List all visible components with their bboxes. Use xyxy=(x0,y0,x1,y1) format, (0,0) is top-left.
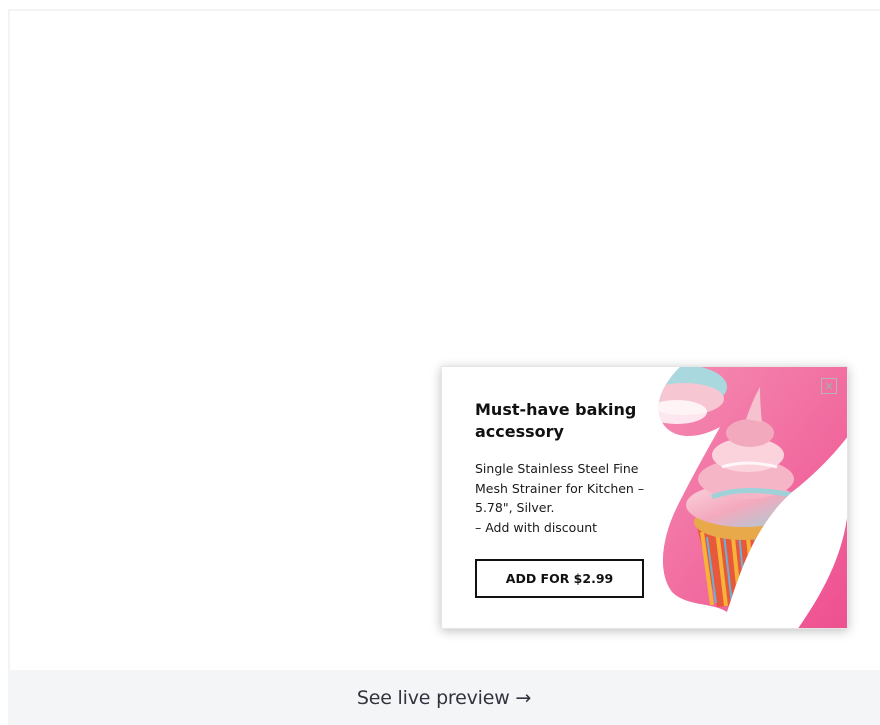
upsell-popup: Must-have baking accessory Single Stainl… xyxy=(441,366,848,629)
popup-description: Single Stainless Steel Fine Mesh Straine… xyxy=(475,459,660,537)
preview-bar: See live preview → xyxy=(8,670,880,725)
see-live-preview-link[interactable]: See live preview → xyxy=(357,687,531,709)
close-button[interactable] xyxy=(821,378,837,394)
close-icon xyxy=(825,382,833,390)
description-line: Mesh Strainer for Kitchen – xyxy=(475,480,645,496)
description-line: – Add with discount xyxy=(475,519,598,535)
description-line: Single Stainless Steel Fine xyxy=(475,461,639,476)
description-line: 5.78", Silver. xyxy=(475,500,555,515)
add-to-cart-button[interactable]: ADD FOR $2.99 xyxy=(475,559,644,598)
cupcake-image xyxy=(642,367,847,628)
